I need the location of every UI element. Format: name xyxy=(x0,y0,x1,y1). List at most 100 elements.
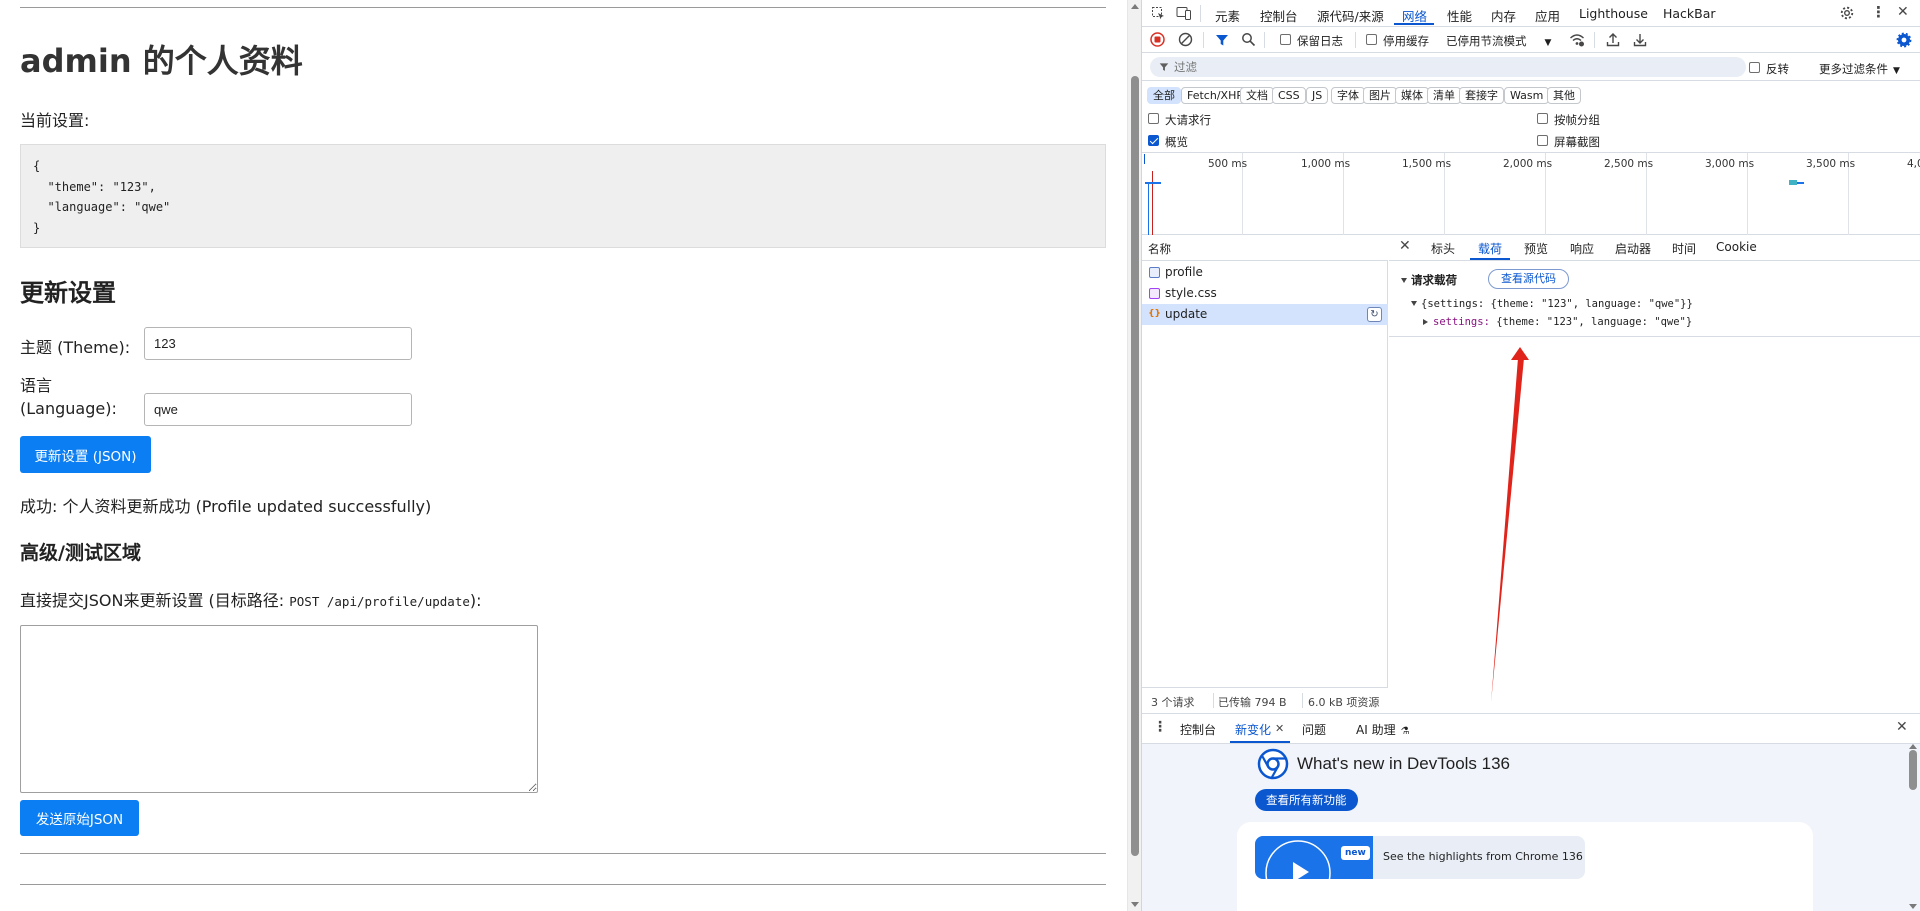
chip-css[interactable]: CSS xyxy=(1272,87,1306,104)
highlight-card-text: See the highlights from Chrome 136 xyxy=(1383,850,1583,863)
network-options: 大请求行 按帧分组 概览 屏幕截图 xyxy=(1142,108,1920,153)
drawer-menu-icon[interactable]: ⋮ xyxy=(1153,719,1167,735)
theme-label: 主题 (Theme): xyxy=(20,338,131,357)
drawer-tab-console[interactable]: 控制台 xyxy=(1180,721,1216,738)
tab-elements[interactable]: 元素 xyxy=(1215,6,1240,25)
group-by-frame-label: 按帧分组 xyxy=(1554,113,1600,127)
clear-icon[interactable] xyxy=(1178,32,1193,47)
scroll-up-arrow-icon[interactable] xyxy=(1131,4,1139,9)
chip-all[interactable]: 全部 xyxy=(1147,87,1181,104)
chip-other[interactable]: 其他 xyxy=(1547,87,1581,104)
view-source-button[interactable]: 查看源代码 xyxy=(1488,269,1569,289)
chip-doc[interactable]: 文档 xyxy=(1240,87,1274,104)
drawer-tab-ai-assistant[interactable]: AI 助理 ⚗ xyxy=(1356,721,1410,738)
toolbar-separator xyxy=(1264,32,1265,48)
scrollbar-thumb[interactable] xyxy=(1131,76,1139,856)
request-row-update[interactable]: {} update ↻ xyxy=(1142,304,1388,325)
payload-settings-line[interactable]: settings: {theme: "123", language: "qwe"… xyxy=(1423,316,1692,328)
drawer-tabbar: ⋮ 控制台 新变化 ✕ 问题 AI 助理 ⚗ ✕ xyxy=(1142,714,1920,744)
highlight-card[interactable]: new See the highlights from Chrome 136 xyxy=(1237,822,1813,911)
raw-json-textarea[interactable] xyxy=(20,625,538,793)
more-options-icon[interactable]: ⋮ xyxy=(1871,5,1886,20)
name-column-header[interactable]: 名称 xyxy=(1148,241,1171,257)
whats-new-panel: What's new in DevTools 136 查看所有新功能 new S… xyxy=(1142,744,1920,911)
more-filters-dropdown[interactable]: 更多过滤条件 ▼ xyxy=(1819,61,1900,77)
close-drawer-icon[interactable]: ✕ xyxy=(1896,719,1908,735)
replay-xhr-icon[interactable]: ↻ xyxy=(1367,307,1382,322)
tab-sources[interactable]: 源代码/来源 xyxy=(1317,6,1384,25)
request-row-style-css[interactable]: style.css xyxy=(1142,283,1388,304)
tab-performance[interactable]: 性能 xyxy=(1447,6,1472,25)
theme-input[interactable] xyxy=(144,327,412,360)
tab-headers[interactable]: 标头 xyxy=(1431,240,1455,257)
group-by-frame-checkbox[interactable] xyxy=(1537,113,1548,124)
update-settings-button[interactable]: 更新设置 (JSON) xyxy=(20,436,151,473)
filter-input[interactable] xyxy=(1174,58,1734,76)
chip-font[interactable]: 字体 xyxy=(1331,87,1365,104)
page-scrollbar[interactable] xyxy=(1127,0,1141,911)
tab-response[interactable]: 响应 xyxy=(1570,240,1594,257)
request-payload-section-toggle[interactable]: 请求载荷 xyxy=(1401,272,1457,288)
xhr-fetch-icon: {} xyxy=(1148,309,1161,319)
search-icon[interactable] xyxy=(1241,32,1256,47)
tab-payload[interactable]: 载荷 xyxy=(1478,240,1502,257)
big-request-rows-checkbox[interactable] xyxy=(1148,113,1159,124)
tab-lighthouse[interactable]: Lighthouse xyxy=(1579,6,1648,21)
filter-funnel-icon[interactable] xyxy=(1215,33,1229,47)
tab-hackbar[interactable]: HackBar xyxy=(1663,6,1716,21)
tab-initiator[interactable]: 启动器 xyxy=(1615,240,1651,257)
language-input[interactable] xyxy=(144,393,412,426)
drawer-tab-issues[interactable]: 问题 xyxy=(1302,721,1326,738)
tab-preview[interactable]: 预览 xyxy=(1524,240,1548,257)
drawer-scrollbar-thumb[interactable] xyxy=(1909,750,1917,790)
chip-img[interactable]: 图片 xyxy=(1363,87,1397,104)
tab-timing[interactable]: 时间 xyxy=(1672,240,1696,257)
drawer-tab-whats-new[interactable]: 新变化 xyxy=(1235,721,1271,738)
network-toolbar: 保留日志 停用缓存 已停用节流模式 ▼ xyxy=(1142,27,1920,53)
request-list-header[interactable]: 名称 xyxy=(1142,235,1388,261)
dropdown-arrow-icon: ▼ xyxy=(1544,38,1552,48)
close-devtools-icon[interactable]: ✕ xyxy=(1897,5,1909,19)
payload-divider xyxy=(1389,336,1920,337)
scroll-down-arrow-icon[interactable] xyxy=(1131,902,1139,907)
drawer-scroll-up-icon[interactable] xyxy=(1909,744,1917,749)
payload-root-line[interactable]: {settings: {theme: "123", language: "qwe… xyxy=(1411,298,1693,310)
network-conditions-icon[interactable] xyxy=(1569,33,1585,47)
send-raw-json-button[interactable]: 发送原始JSON xyxy=(20,800,139,836)
tab-memory[interactable]: 内存 xyxy=(1491,6,1516,25)
request-row-profile[interactable]: profile xyxy=(1142,262,1388,283)
drawer-scroll-down-icon[interactable] xyxy=(1909,904,1917,909)
close-detail-icon[interactable]: ✕ xyxy=(1399,238,1411,254)
chrome-136-thumbnail: new xyxy=(1255,836,1373,879)
timeline-overview[interactable]: 500 ms 1,000 ms 1,500 ms 2,000 ms 2,500 … xyxy=(1142,153,1920,235)
chip-wasm[interactable]: Wasm xyxy=(1504,87,1550,104)
disable-cache-checkbox[interactable] xyxy=(1366,34,1377,45)
api-path: POST /api/profile/update xyxy=(289,594,470,609)
inspect-element-icon[interactable] xyxy=(1151,6,1166,21)
expand-arrow-icon xyxy=(1411,301,1417,306)
settings-gear-icon[interactable] xyxy=(1839,5,1855,21)
tabbar-separator xyxy=(1200,5,1201,22)
chip-js[interactable]: JS xyxy=(1306,87,1329,104)
stop-recording-icon[interactable] xyxy=(1150,32,1165,47)
export-har-icon[interactable] xyxy=(1633,32,1647,47)
tab-console[interactable]: 控制台 xyxy=(1260,6,1298,25)
overview-checkbox[interactable] xyxy=(1148,135,1159,146)
device-toolbar-icon[interactable] xyxy=(1176,6,1192,21)
chip-socket[interactable]: 套接字 xyxy=(1459,87,1504,104)
chip-manifest[interactable]: 清单 xyxy=(1427,87,1461,104)
screenshots-checkbox[interactable] xyxy=(1537,135,1548,146)
expand-arrow-icon xyxy=(1401,278,1407,283)
tab-cookies[interactable]: Cookie xyxy=(1716,240,1757,254)
chip-media[interactable]: 媒体 xyxy=(1395,87,1429,104)
throttle-select[interactable]: 已停用节流模式 ▼ xyxy=(1446,33,1551,49)
network-settings-gear-icon[interactable] xyxy=(1896,32,1912,48)
preserve-log-label: 保留日志 xyxy=(1297,34,1343,48)
see-all-new-features-button[interactable]: 查看所有新功能 xyxy=(1255,789,1358,811)
invert-checkbox[interactable] xyxy=(1749,62,1760,73)
drawer-tab-close-icon[interactable]: ✕ xyxy=(1275,722,1284,735)
import-har-icon[interactable] xyxy=(1606,32,1620,47)
bottom-divider-1 xyxy=(20,853,1106,854)
preserve-log-checkbox[interactable] xyxy=(1280,34,1291,45)
tab-application[interactable]: 应用 xyxy=(1535,6,1560,25)
